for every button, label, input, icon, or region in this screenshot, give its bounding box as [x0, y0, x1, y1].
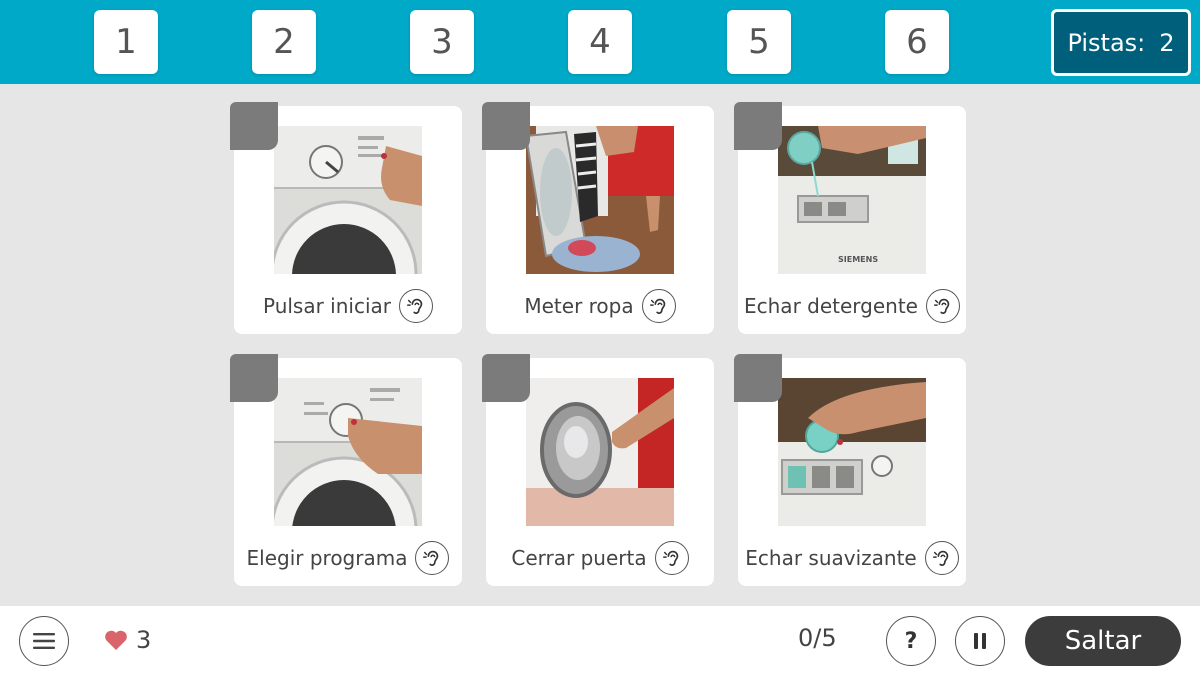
card-label: Elegir programa	[246, 546, 408, 570]
help-icon: ?	[904, 628, 918, 654]
progress-counter: 0/5	[798, 624, 837, 652]
ear-icon[interactable]	[641, 289, 676, 323]
lives-counter: 3	[104, 625, 151, 655]
hints-label: Pistas:	[1067, 28, 1146, 57]
card-label: Meter ropa	[524, 294, 634, 318]
order-slot-4[interactable]: 4	[568, 10, 632, 74]
help-button[interactable]: ?	[886, 616, 936, 666]
skip-button[interactable]: Saltar	[1025, 616, 1181, 666]
photo-meter-ropa	[526, 126, 674, 274]
card-label: Cerrar puerta	[511, 546, 647, 570]
order-slot-5[interactable]: 5	[727, 10, 791, 74]
hints-button[interactable]: Pistas: 2	[1051, 9, 1191, 76]
ear-icon[interactable]	[399, 289, 434, 323]
ear-icon[interactable]	[925, 289, 960, 323]
heart-icon	[105, 630, 127, 650]
step-card-pulsar-iniciar[interactable]: Pulsar iniciar	[230, 102, 462, 334]
order-slot-3[interactable]: 3	[410, 10, 474, 74]
menu-icon	[33, 633, 55, 649]
step-card-echar-detergente[interactable]: SIEMENS Echar detergente	[734, 102, 966, 334]
brand-logo: SIEMENS	[838, 255, 878, 264]
step-card-elegir-programa[interactable]: Elegir programa	[230, 354, 462, 586]
card-marker	[230, 102, 278, 150]
photo-cerrar-puerta	[526, 378, 674, 526]
card-label: Echar detergente	[744, 294, 918, 318]
hints-count: 2	[1159, 28, 1175, 57]
photo-elegir-programa	[274, 378, 422, 526]
bottom-bar: 3 0/5 ? Saltar	[0, 606, 1200, 675]
card-marker	[734, 354, 782, 402]
card-marker	[482, 102, 530, 150]
photo-echar-suavizante	[778, 378, 926, 526]
lives-count: 3	[136, 626, 152, 654]
pause-button[interactable]	[955, 616, 1005, 666]
photo-pulsar-iniciar	[274, 126, 422, 274]
pause-icon	[974, 633, 986, 649]
order-slot-6[interactable]: 6	[885, 10, 949, 74]
menu-button[interactable]	[19, 616, 69, 666]
order-slot-2[interactable]: 2	[252, 10, 316, 74]
step-card-echar-suavizante[interactable]: Echar suavizante	[734, 354, 966, 586]
step-card-meter-ropa[interactable]: Meter ropa	[482, 102, 714, 334]
card-label: Echar suavizante	[745, 546, 917, 570]
card-marker	[230, 354, 278, 402]
photo-echar-detergente: SIEMENS	[778, 126, 926, 274]
ear-icon[interactable]	[654, 541, 689, 575]
card-marker	[482, 354, 530, 402]
step-card-cerrar-puerta[interactable]: Cerrar puerta	[482, 354, 714, 586]
card-label: Pulsar iniciar	[262, 294, 392, 318]
top-bar: 1 2 3 4 5 6 Pistas: 2	[0, 0, 1200, 84]
ear-icon[interactable]	[924, 541, 959, 575]
card-marker	[734, 102, 782, 150]
ear-icon[interactable]	[415, 541, 450, 575]
order-slot-1[interactable]: 1	[94, 10, 158, 74]
